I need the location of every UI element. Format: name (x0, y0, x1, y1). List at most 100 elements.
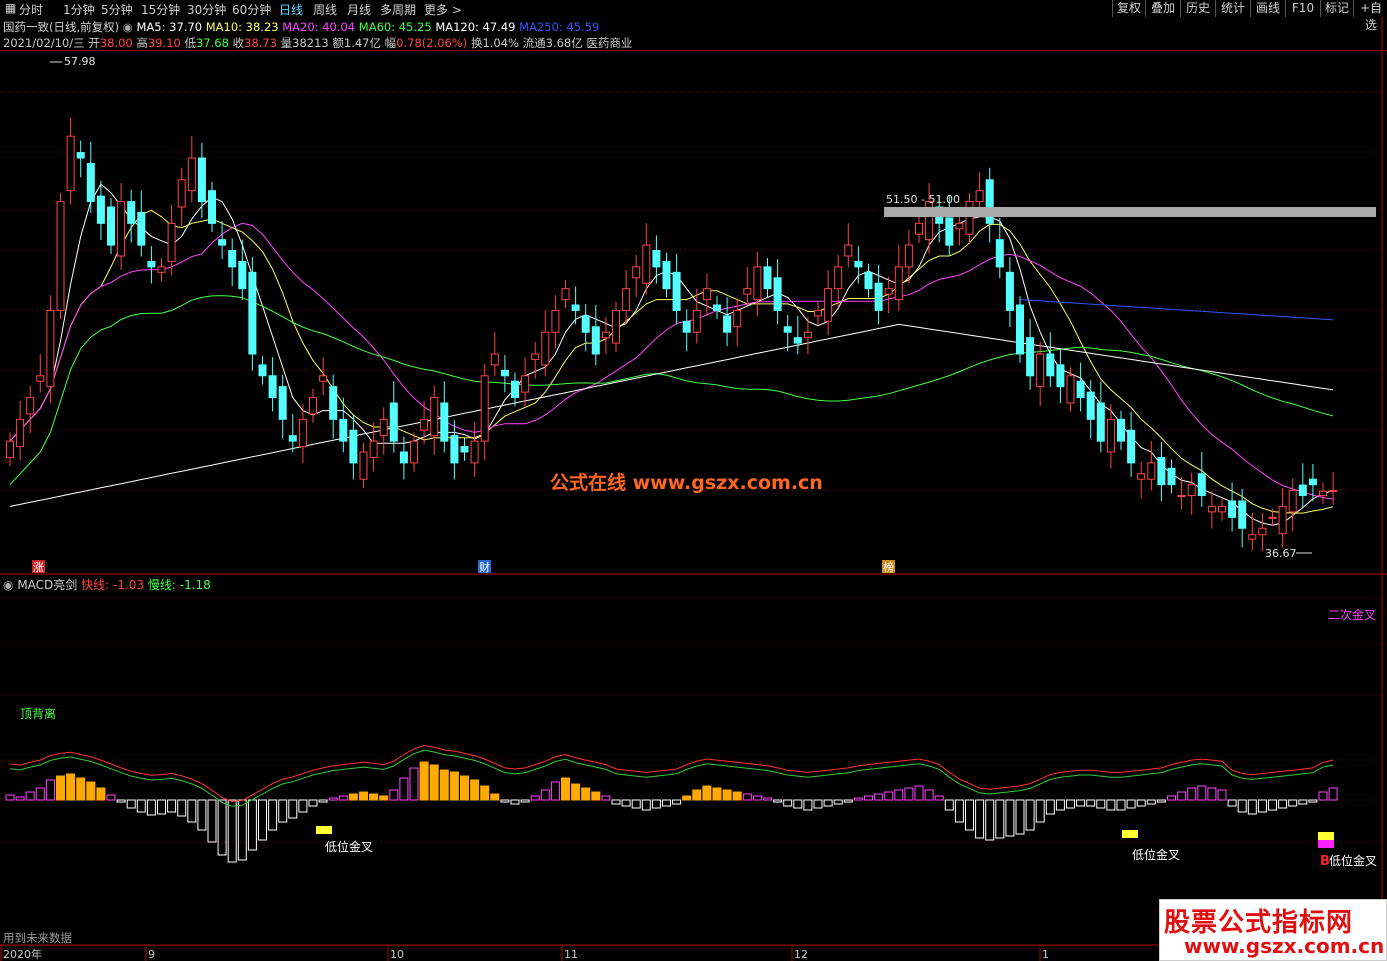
macd-bar (682, 795, 692, 801)
macd-bar (1187, 787, 1197, 801)
candle-body (874, 282, 883, 311)
macd-slow-line (9, 749, 1334, 807)
macd-bar (944, 799, 954, 811)
macd-bar (1035, 799, 1045, 823)
candle-body (1298, 484, 1307, 497)
macd-bar (409, 767, 419, 801)
candle-body (208, 190, 216, 224)
macd-bar (894, 789, 904, 801)
macd-bar (783, 799, 793, 807)
macd-bar (187, 799, 197, 823)
macd-bar (550, 781, 560, 801)
macd-bar (934, 795, 944, 801)
buy-mark: B (1320, 854, 1330, 869)
macd-bar (853, 797, 863, 801)
candle-body (1329, 490, 1338, 493)
macd-bar (1257, 799, 1267, 813)
candle-body (66, 135, 75, 192)
candle-body (1248, 534, 1257, 540)
candle-body (723, 315, 732, 333)
candle-body (1308, 478, 1317, 486)
macd-bar (641, 799, 651, 811)
candle-body (339, 418, 348, 442)
macd-bar (338, 795, 348, 801)
candle-body (844, 244, 853, 257)
candle-body (1096, 402, 1105, 442)
candle-body (834, 266, 843, 290)
candle-body (359, 451, 368, 480)
macd-bar (379, 795, 389, 801)
macd-bar (530, 795, 540, 801)
macd-bar (833, 799, 843, 805)
candle-body (1046, 353, 1055, 377)
macd-bar (874, 793, 884, 801)
candle-body (1106, 418, 1115, 453)
macd-bar (1025, 799, 1035, 831)
macd-bar (864, 795, 873, 801)
candle-body (702, 288, 711, 301)
candle-body (601, 331, 610, 339)
macd-bar (1227, 799, 1237, 807)
macd-bar (803, 799, 813, 811)
macd-bar (268, 799, 278, 831)
candle-body (86, 162, 95, 203)
candle-body (1268, 516, 1277, 519)
candle-body (410, 440, 418, 464)
candle-body (1066, 375, 1075, 404)
macd-bar (1156, 799, 1166, 803)
candle-body (884, 288, 893, 295)
macd-bar (823, 799, 833, 807)
indicator-toggle-icon[interactable]: ◉ (3, 578, 13, 592)
macd-bar (348, 793, 358, 801)
macd-bar (116, 799, 126, 803)
candle-body (763, 266, 772, 290)
macd-bar (167, 799, 177, 813)
candle-body (6, 440, 14, 458)
macd-bar (540, 789, 550, 801)
macd-bar (1237, 799, 1247, 813)
indicator-title[interactable]: MACD亮剑 (17, 578, 77, 592)
macd-bar (106, 794, 116, 801)
macd-bar (439, 769, 449, 801)
macd-bar (1015, 799, 1025, 835)
macd-bar (571, 783, 581, 801)
candle-body (460, 446, 469, 453)
macd-bar (460, 775, 469, 801)
candle-body (107, 206, 115, 246)
candle-body (1076, 380, 1085, 399)
date-label-4: 12 (794, 948, 808, 961)
second-cross-label: 二次金叉 (1328, 608, 1377, 622)
candle-body (470, 440, 479, 464)
macd-bar (298, 799, 308, 813)
low-cross-label-2: 低位金叉 (1132, 848, 1181, 862)
macd-bar (136, 799, 146, 813)
macd-bar (258, 799, 267, 841)
macd-bar (672, 799, 682, 805)
macd-bar (1298, 799, 1308, 805)
date-label-3: 11 (564, 948, 578, 961)
macd-bar (621, 799, 631, 807)
macd-bar (561, 777, 570, 801)
macd-bar (662, 799, 671, 807)
low-label: 36.67 (1265, 547, 1297, 560)
macd-bar (843, 799, 853, 803)
macd-bar (359, 791, 368, 801)
candle-body (258, 364, 267, 377)
candle-body (945, 217, 954, 246)
macd-bar (813, 799, 823, 809)
candle-body (955, 222, 964, 230)
candle-body (238, 260, 247, 290)
macd-bar (1005, 799, 1015, 837)
macd-bar (1126, 799, 1136, 809)
future-data-note: 用到未来数据 (3, 931, 72, 945)
candle-body (743, 288, 752, 295)
macd-bar (773, 799, 783, 803)
candle-body (581, 315, 590, 333)
candle-body (824, 288, 833, 322)
macd-bar (763, 797, 772, 801)
macd-bar (389, 789, 399, 801)
candle-body (16, 418, 25, 448)
date-label-5: 1 (1042, 948, 1049, 961)
fast-line-label: 快线: -1.03 (81, 578, 145, 592)
macd-bar (965, 799, 974, 831)
